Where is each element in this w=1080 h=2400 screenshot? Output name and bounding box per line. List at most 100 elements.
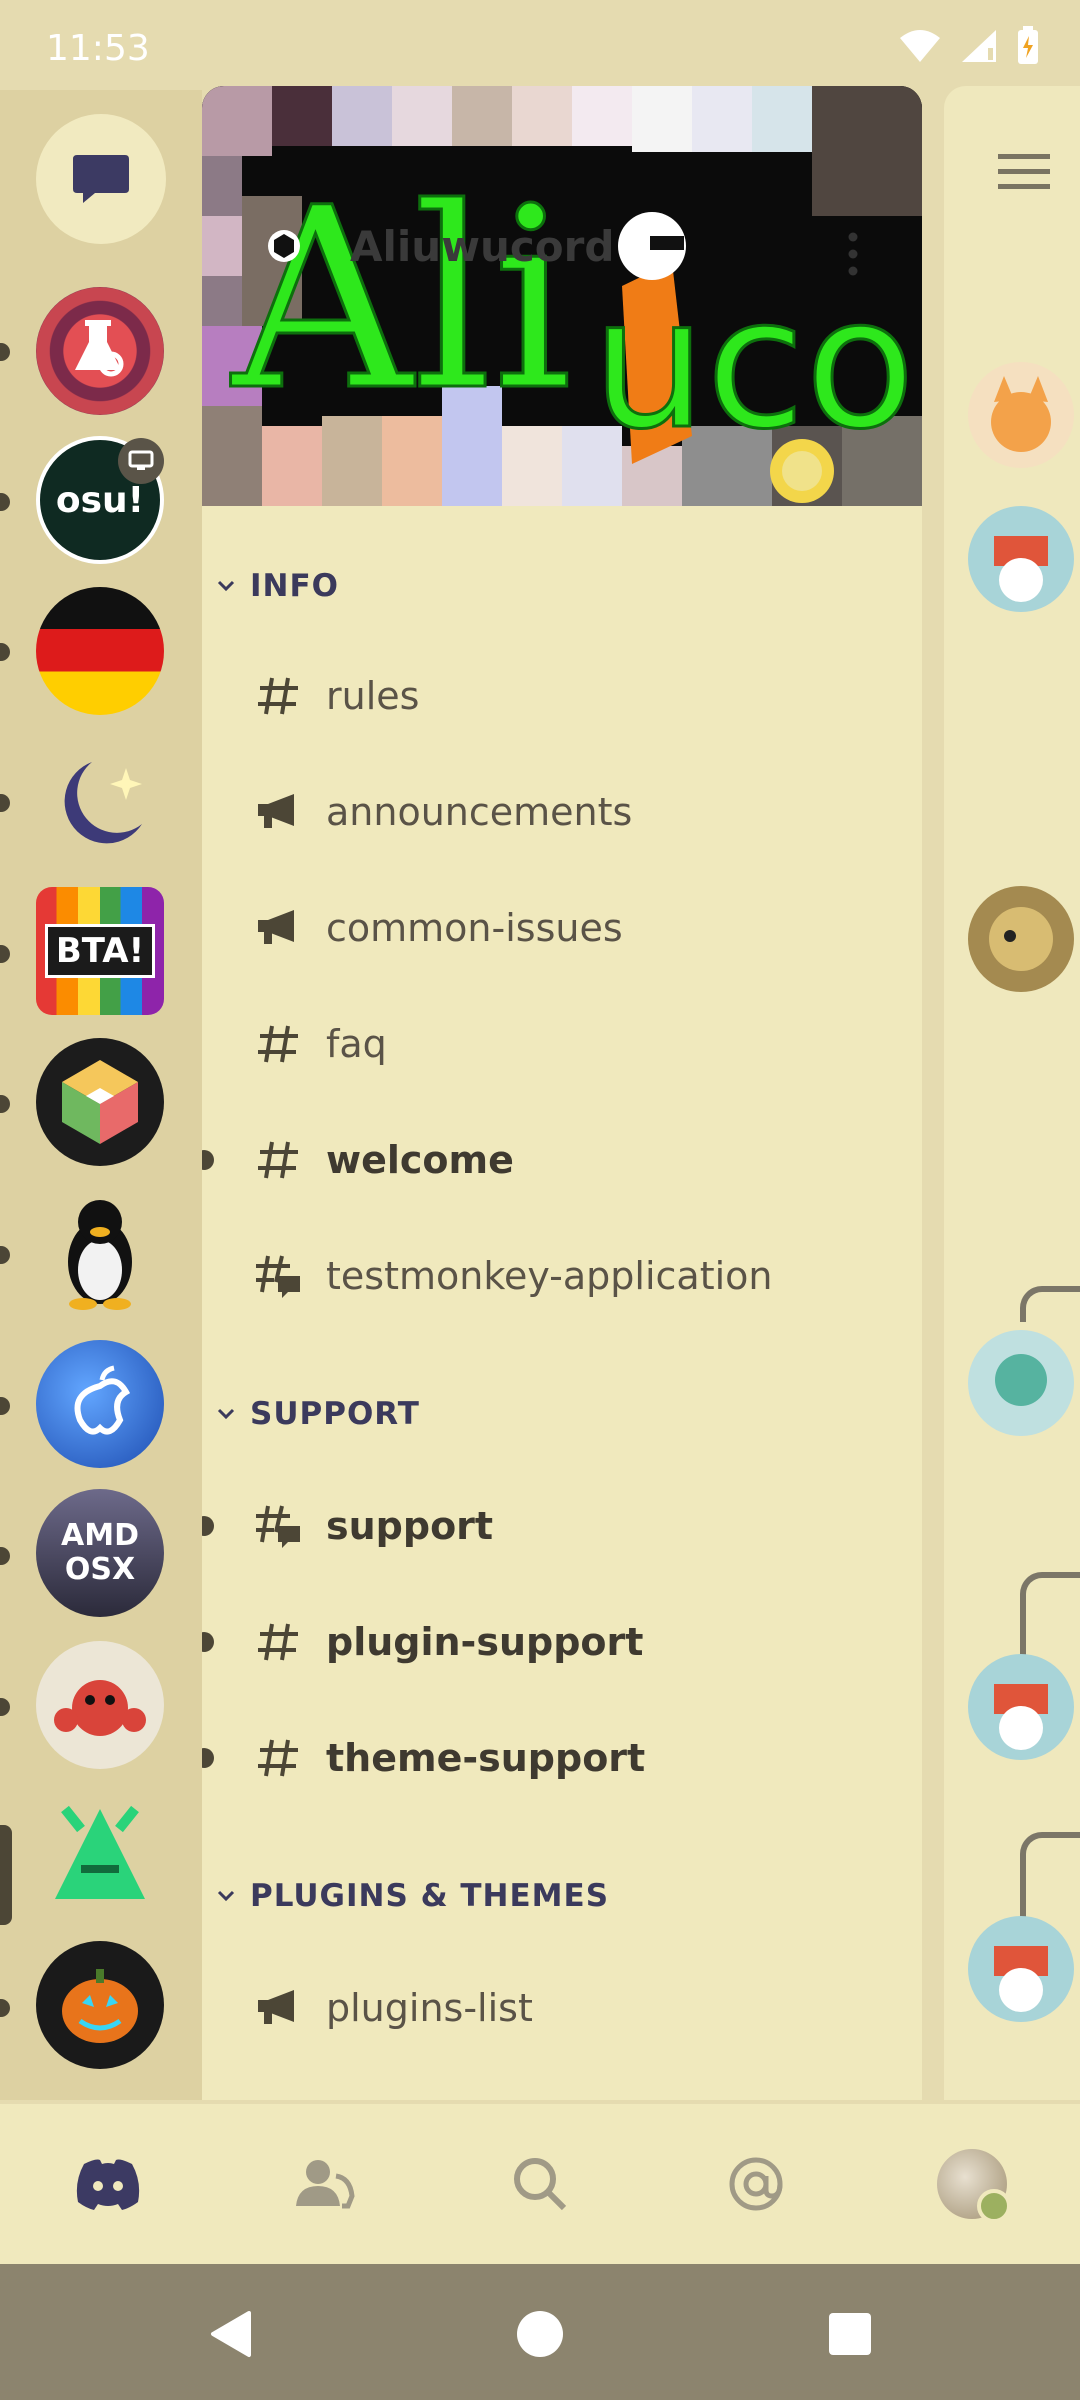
member-avatar[interactable] <box>968 1916 1074 2022</box>
battery-icon <box>1018 26 1038 64</box>
category-label: INFO <box>250 568 340 604</box>
forum-icon <box>252 1500 304 1552</box>
member-avatar[interactable] <box>968 1654 1074 1760</box>
server-rail: osu! BTA! AMD OSX <box>0 90 202 2100</box>
unread-dot <box>202 1516 214 1536</box>
guild-name[interactable]: Aliuwucord <box>350 222 614 271</box>
member-avatar[interactable] <box>968 362 1074 468</box>
bta-logo: BTA! <box>44 924 156 978</box>
unread-pip <box>0 1397 10 1415</box>
thread-connector <box>1020 1832 1080 1928</box>
status-bar: 11:53 <box>0 0 1080 90</box>
aliucord-logo-server[interactable] <box>36 1790 164 1918</box>
pumpkin-server[interactable] <box>36 1941 164 2069</box>
channel-testmonkey-application[interactable]: testmonkey-application <box>202 1226 922 1326</box>
penguin-icon <box>68 1200 132 1310</box>
tab-search[interactable] <box>500 2144 580 2224</box>
recents-icon <box>829 2313 871 2355</box>
channel-plugins-list[interactable]: plugins-list <box>202 1958 922 2058</box>
cube-server[interactable] <box>36 1038 164 1166</box>
channel-theme-support[interactable]: theme-support <box>202 1708 922 1808</box>
category-label: SUPPORT <box>250 1396 420 1432</box>
status-indicator <box>977 2189 1011 2223</box>
lab-flask-server[interactable] <box>36 287 164 415</box>
tab-mentions[interactable] <box>716 2144 796 2224</box>
mentions-icon <box>729 2157 783 2211</box>
unread-pip <box>0 1999 10 2017</box>
guild-banner[interactable]: Ali ucord Aliuwucord <box>202 86 922 506</box>
category-label: PLUGINS & THEMES <box>250 1878 610 1914</box>
chevron-down-icon <box>217 1408 235 1420</box>
tab-friends[interactable] <box>284 2144 364 2224</box>
channel-name: faq <box>326 1022 387 1066</box>
home-icon <box>517 2311 563 2357</box>
category-plugins-themes[interactable]: PLUGINS & THEMES <box>216 1878 609 1914</box>
search-icon <box>514 2158 567 2211</box>
thread-connector <box>1020 1286 1080 1322</box>
hash-icon <box>252 1732 304 1784</box>
channel-name: welcome <box>326 1138 514 1182</box>
friends-icon <box>296 2160 355 2209</box>
desktop-badge-icon <box>118 438 164 484</box>
aliucord-logo-icon <box>55 1805 145 1899</box>
category-support[interactable]: SUPPORT <box>216 1396 420 1432</box>
germany-flag-server[interactable] <box>36 587 164 715</box>
thread-connector <box>1020 1572 1080 1668</box>
pumpkin-icon <box>62 1969 138 2043</box>
channel-plugin-support[interactable]: plugin-support <box>202 1592 922 1692</box>
forum-icon <box>252 1250 304 1302</box>
tab-home[interactable] <box>68 2144 148 2224</box>
category-info[interactable]: INFO <box>216 568 339 604</box>
linux-penguin-server[interactable] <box>36 1188 164 1316</box>
channel-name: plugin-support <box>326 1620 644 1664</box>
hash-icon <box>252 1018 304 1070</box>
member-avatar[interactable] <box>968 886 1074 992</box>
unread-pip <box>0 343 10 361</box>
channel-common-issues[interactable]: common-issues <box>202 878 922 978</box>
channel-name: common-issues <box>326 906 623 950</box>
unread-dot <box>202 1150 214 1170</box>
channel-name: announcements <box>326 790 633 834</box>
signal-icon <box>962 30 996 62</box>
channel-drawer: Ali ucord Aliuwucord INFO rules announce… <box>202 86 922 2100</box>
direct-messages-button[interactable] <box>36 114 166 244</box>
unread-pip <box>0 794 10 812</box>
channel-welcome[interactable]: welcome <box>202 1110 922 1210</box>
recents-button[interactable] <box>824 2308 876 2360</box>
discord-home-icon <box>76 2159 140 2210</box>
guild-settings-icon[interactable] <box>264 226 304 266</box>
apple-swirl-server[interactable] <box>36 1340 164 1468</box>
osu-logo: osu! <box>55 479 145 521</box>
channel-name: testmonkey-application <box>326 1254 773 1298</box>
banner-collage: Ali ucord <box>202 86 922 506</box>
channel-faq[interactable]: faq <box>202 994 922 1094</box>
back-icon <box>211 2311 251 2357</box>
hash-icon <box>252 1134 304 1186</box>
bta-server[interactable]: BTA! <box>36 887 164 1015</box>
system-nav-bar <box>0 2264 1080 2400</box>
wifi-icon <box>900 30 940 62</box>
moon-icon <box>64 762 142 844</box>
channel-rules[interactable]: rules <box>202 646 922 746</box>
chat-peek-panel[interactable] <box>944 86 1080 2100</box>
tab-profile[interactable] <box>932 2144 1012 2224</box>
channel-announcements[interactable]: announcements <box>202 762 922 862</box>
member-avatar[interactable] <box>968 1330 1074 1436</box>
banner-logo-text: Ali <box>230 154 572 445</box>
unread-pip <box>0 1095 10 1113</box>
status-icons <box>898 26 1040 66</box>
more-options-icon[interactable] <box>848 232 858 276</box>
crab-server[interactable] <box>36 1641 164 1769</box>
amd-osx-server[interactable]: AMD OSX <box>36 1489 164 1617</box>
channel-name: plugins-list <box>326 1986 533 2030</box>
apple-logo-icon <box>74 1365 131 1435</box>
chevron-down-icon <box>217 580 235 592</box>
channel-support[interactable]: support <box>202 1476 922 1576</box>
hamburger-menu-icon[interactable] <box>998 152 1050 192</box>
moon-star-server[interactable] <box>36 738 164 866</box>
home-button[interactable] <box>514 2308 566 2360</box>
unread-pip <box>0 1698 10 1716</box>
back-button[interactable] <box>204 2308 256 2360</box>
member-avatar[interactable] <box>968 506 1074 612</box>
channel-name: rules <box>326 674 420 718</box>
